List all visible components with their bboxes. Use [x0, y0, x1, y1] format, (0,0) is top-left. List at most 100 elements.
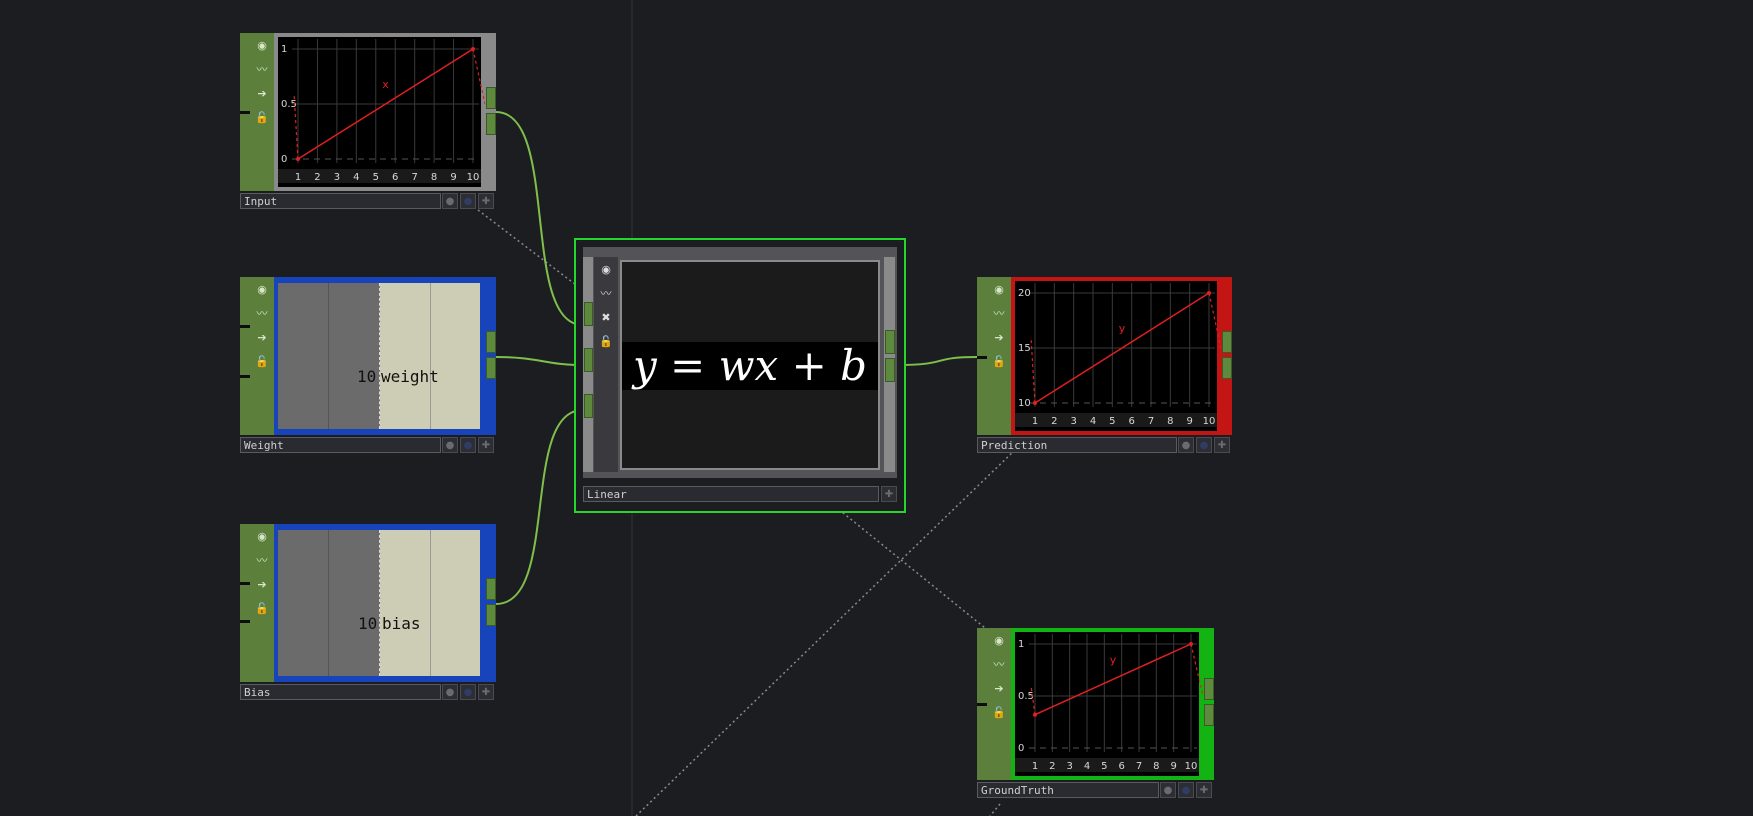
lock-icon[interactable]: 🔓 — [597, 332, 615, 350]
x-tick-label: 1 — [1032, 416, 1038, 427]
input-node[interactable]: ◉ 〰 ➔ 🔓 1 2 3 4 5 6 7 8 9 10 0 0.5 1 x Input ● ● ✚ — [240, 33, 496, 211]
graph-icon[interactable]: 〰 — [253, 304, 271, 322]
x-tick-label: 9 — [1186, 416, 1192, 427]
linear-name[interactable]: Linear — [583, 486, 879, 502]
add-icon[interactable]: ✚ — [478, 193, 494, 209]
display-flag-icon[interactable]: ● — [1196, 437, 1212, 453]
groundtruth-node[interactable]: ◉ 〰 ➔ 🔓 1 2 3 4 5 6 7 8 9 10 0 0.5 1 y GroundTruth ● … — [977, 628, 1214, 806]
linear-viewer[interactable]: y = wx + b — [620, 260, 880, 470]
viewer-icon[interactable]: ◉ — [990, 280, 1008, 298]
bias-out-port[interactable] — [486, 604, 496, 626]
arrow-icon[interactable]: ➔ — [253, 328, 271, 346]
display-flag-icon[interactable]: ● — [460, 437, 476, 453]
prediction-in-connector[interactable] — [977, 356, 987, 359]
graph-icon[interactable]: 〰 — [990, 655, 1008, 673]
add-icon[interactable]: ✚ — [1196, 782, 1212, 798]
lock-icon[interactable]: 🔓 — [990, 703, 1008, 721]
network-editor[interactable]: ◉ 〰 ➔ 🔓 1 2 3 4 5 6 7 8 9 10 0 0.5 1 x Input ● ● ✚ ◉ … — [0, 0, 1753, 816]
viewer-icon[interactable]: ◉ — [253, 527, 271, 545]
arrow-icon[interactable]: ➔ — [253, 84, 271, 102]
add-icon[interactable]: ✚ — [1214, 437, 1230, 453]
viewer-icon[interactable]: ◉ — [990, 631, 1008, 649]
weight-out-port[interactable] — [486, 331, 496, 353]
x-tick-label: 7 — [1148, 416, 1154, 427]
graph-icon[interactable]: 〰 — [990, 304, 1008, 322]
bias-name[interactable]: Bias — [240, 684, 441, 700]
bypass-flag-icon[interactable]: ● — [1178, 437, 1194, 453]
y-tick-label: 0.5 — [1018, 691, 1034, 702]
viewer-icon[interactable]: ◉ — [253, 36, 271, 54]
linear-in-port[interactable] — [584, 302, 593, 326]
x-tick-label: 5 — [1109, 416, 1115, 427]
bias-in-connector[interactable] — [240, 620, 250, 623]
input-name[interactable]: Input — [240, 193, 441, 209]
x-tick-label: 9 — [450, 172, 456, 183]
groundtruth-chart-viewer[interactable]: 1 2 3 4 5 6 7 8 9 10 0 0.5 1 y — [1011, 628, 1203, 780]
graph-icon[interactable]: 〰 — [253, 551, 271, 569]
lock-icon[interactable]: 🔓 — [990, 352, 1008, 370]
lock-icon[interactable]: 🔓 — [253, 108, 271, 126]
weight-name[interactable]: Weight — [240, 437, 441, 453]
linear-out-port[interactable] — [885, 358, 895, 382]
prediction-chart-viewer[interactable]: 1 2 3 4 5 6 7 8 9 10 10 15 20 y — [1011, 277, 1221, 435]
weight-out-port[interactable] — [486, 357, 496, 379]
graph-icon[interactable]: 〰 — [597, 284, 615, 302]
prediction-node[interactable]: ◉ 〰 ➔ 🔓 1 2 3 4 5 6 7 8 9 10 10 15 20 y Prediction ● … — [977, 277, 1232, 455]
add-icon[interactable]: ✚ — [881, 486, 897, 502]
add-icon[interactable]: ✚ — [478, 684, 494, 700]
prediction-out-port[interactable] — [1222, 331, 1232, 353]
x-tick-label: 4 — [1090, 416, 1096, 427]
bias-viewer[interactable]: 10 bias — [274, 524, 485, 682]
linear-equation: y = wx + b — [622, 342, 878, 390]
wire-input-to-linear[interactable] — [495, 111, 584, 326]
arrow-icon[interactable]: ➔ — [990, 328, 1008, 346]
bypass-flag-icon[interactable]: ● — [442, 437, 458, 453]
viewer-icon[interactable]: ◉ — [597, 260, 615, 278]
input-out-port[interactable] — [486, 87, 496, 109]
groundtruth-toolbar: ◉ 〰 ➔ 🔓 — [987, 628, 1011, 780]
lock-icon[interactable]: 🔓 — [253, 352, 271, 370]
bypass-flag-icon[interactable]: ● — [442, 193, 458, 209]
display-flag-icon[interactable]: ● — [460, 684, 476, 700]
weight-in-connector[interactable] — [240, 375, 250, 378]
viewer-icon[interactable]: ◉ — [253, 280, 271, 298]
bias-node[interactable]: ◉ 〰 ➔ 🔓 10 bias Bias ● ● ✚ — [240, 524, 496, 702]
prediction-name[interactable]: Prediction — [977, 437, 1177, 453]
display-flag-icon[interactable]: ● — [460, 193, 476, 209]
x-tick-label: 8 — [1167, 416, 1173, 427]
groundtruth-in-connector[interactable] — [977, 703, 987, 706]
bias-out-port[interactable] — [486, 578, 496, 600]
prediction-out-port[interactable] — [1222, 357, 1232, 379]
linear-out-port[interactable] — [885, 330, 895, 354]
graph-icon[interactable]: 〰 — [253, 60, 271, 78]
bypass-flag-icon[interactable]: ● — [442, 684, 458, 700]
bias-in-connector[interactable] — [240, 582, 250, 585]
wire-weight-to-linear[interactable] — [495, 356, 584, 366]
linear-node[interactable]: ◉ 〰 ✖ 🔓 y = wx + b Linear ✚ — [574, 238, 906, 513]
groundtruth-name[interactable]: GroundTruth — [977, 782, 1159, 798]
input-out-port[interactable] — [486, 113, 496, 135]
x-tick-label: 2 — [1049, 761, 1055, 772]
x-tick-label: 6 — [392, 172, 398, 183]
lock-icon[interactable]: 🔓 — [253, 599, 271, 617]
weight-viewer[interactable]: 10 weight — [274, 277, 485, 435]
display-flag-icon[interactable]: ● — [1178, 782, 1194, 798]
weight-in-connector[interactable] — [240, 325, 250, 328]
close-icon[interactable]: ✖ — [597, 308, 615, 326]
input-in-connector[interactable] — [240, 111, 250, 114]
arrow-icon[interactable]: ➔ — [253, 575, 271, 593]
groundtruth-out-port[interactable] — [1204, 678, 1214, 700]
input-chart-viewer[interactable]: 1 2 3 4 5 6 7 8 9 10 0 0.5 1 x — [274, 33, 485, 191]
bypass-flag-icon[interactable]: ● — [1160, 782, 1176, 798]
add-icon[interactable]: ✚ — [478, 437, 494, 453]
arrow-icon[interactable]: ➔ — [990, 679, 1008, 697]
groundtruth-out-port[interactable] — [1204, 704, 1214, 726]
linear-in-port[interactable] — [584, 394, 593, 418]
weight-node[interactable]: ◉ 〰 ➔ 🔓 10 weight Weight ● ● ✚ — [240, 277, 496, 455]
bias-right-strip — [485, 524, 496, 682]
wire-bias-to-linear[interactable] — [495, 409, 584, 605]
x-tick-label: 3 — [334, 172, 340, 183]
viewer-column — [278, 283, 329, 429]
wire-linear-to-prediction[interactable] — [896, 356, 978, 366]
linear-in-port[interactable] — [584, 348, 593, 372]
